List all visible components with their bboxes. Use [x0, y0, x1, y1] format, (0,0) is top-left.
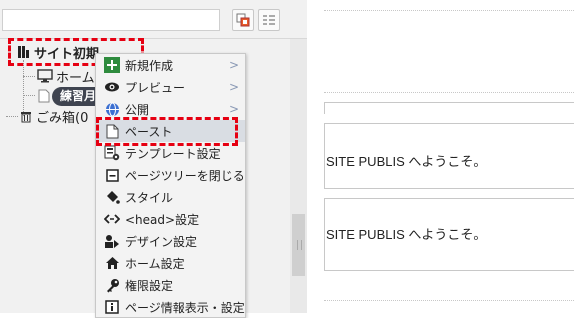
context-menu: 新規作成 > プレビュー > 公開 > ペースト テンプレート設定 ページツリー…	[95, 53, 246, 318]
menu-item-page-info[interactable]: ページ情報表示・設定	[96, 296, 245, 318]
trash-label: ごみ箱(0	[36, 110, 89, 126]
preview-block	[324, 102, 574, 114]
home-label: ホーム	[56, 70, 95, 86]
menu-item-preview[interactable]: プレビュー >	[96, 76, 245, 98]
paste-annotation-box	[96, 117, 238, 146]
menu-item-label: ページツリーを閉じる	[125, 168, 245, 183]
menu-item-label: 公開	[125, 102, 150, 117]
tree-connector	[6, 116, 18, 117]
menu-item-design[interactable]: デザイン設定	[96, 230, 245, 252]
menu-item-home-settings[interactable]: ホーム設定	[96, 252, 245, 274]
preview-divider	[324, 92, 574, 93]
globe-icon	[104, 101, 120, 117]
copy-grid-icon	[236, 13, 250, 27]
page-icon	[38, 89, 50, 103]
welcome-text: SITE PUBLIS へようこそ。	[326, 154, 487, 169]
menu-item-close-tree[interactable]: ページツリーを閉じる	[96, 164, 245, 186]
menu-item-label: スタイル	[125, 190, 174, 205]
trash-icon	[21, 112, 31, 123]
plus-icon	[104, 57, 120, 73]
page-preview: SITE PUBLIS へようこそ。 SITE PUBLIS へようこそ。	[307, 0, 574, 313]
menu-item-label: ホーム設定	[125, 256, 185, 271]
menu-item-new[interactable]: 新規作成 >	[96, 54, 245, 76]
menu-item-label: テンプレート設定	[125, 146, 221, 161]
collapse-icon	[104, 167, 120, 183]
menu-item-label: <head>設定	[125, 212, 200, 227]
list-grid-icon	[263, 15, 275, 25]
preview-divider	[324, 300, 574, 301]
tree-connector	[23, 95, 35, 96]
menu-item-label: デザイン設定	[125, 234, 198, 249]
list-grid-button[interactable]	[258, 9, 280, 31]
menu-item-label: 権限設定	[125, 278, 174, 293]
tree-item-page[interactable]	[38, 86, 50, 106]
submenu-arrow-icon: >	[228, 80, 239, 94]
submenu-arrow-icon: >	[228, 58, 239, 72]
home-icon	[104, 255, 120, 271]
menu-item-permissions[interactable]: 権限設定	[96, 274, 245, 296]
copy-grid-button[interactable]	[232, 9, 254, 31]
tree-connector	[23, 76, 35, 77]
menu-item-label: プレビュー	[125, 80, 186, 95]
resize-grip[interactable]	[297, 240, 302, 250]
template-icon	[104, 145, 120, 161]
paint-bucket-icon	[104, 189, 120, 205]
monitor-icon	[37, 69, 53, 83]
design-icon	[104, 233, 120, 249]
menu-item-style[interactable]: スタイル	[96, 186, 245, 208]
search-input[interactable]	[2, 9, 220, 31]
preview-divider	[324, 10, 574, 11]
welcome-text: SITE PUBLIS へようこそ。	[326, 227, 487, 242]
menu-item-head-settings[interactable]: <head>設定	[96, 208, 245, 230]
menu-item-label: 新規作成	[125, 58, 174, 73]
code-icon	[104, 211, 120, 227]
tree-item-home[interactable]: ホーム	[37, 66, 95, 86]
key-icon	[104, 277, 120, 293]
eye-icon	[104, 79, 120, 95]
submenu-arrow-icon: >	[228, 102, 239, 116]
tree-item-trash[interactable]: ごみ箱(0	[19, 106, 88, 126]
